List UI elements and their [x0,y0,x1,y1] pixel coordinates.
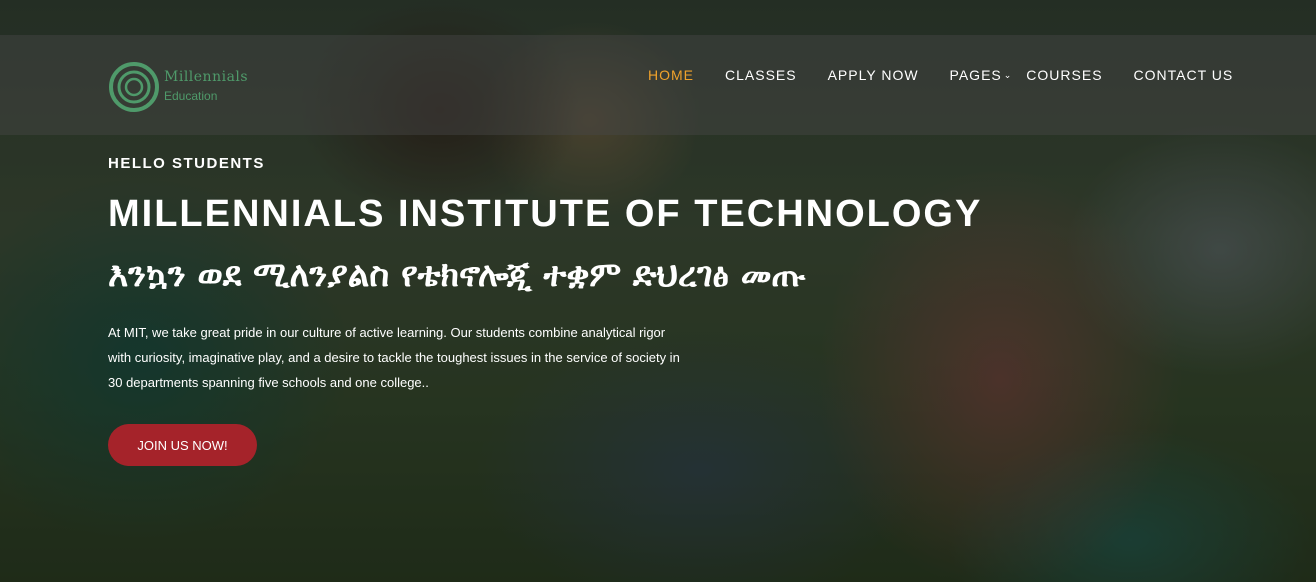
nav-item-pages[interactable]: PAGES ⌄ [950,67,1013,83]
brand-logo[interactable]: Millennials Education [108,61,268,113]
nav-item-contact-us[interactable]: CONTACT US [1134,67,1234,83]
nav-item-label: COURSES [1026,67,1103,83]
hero-title: MILLENNIALS INSTITUTE OF TECHNOLOGY [108,193,983,235]
nav-item-courses[interactable]: COURSES [1026,67,1102,83]
hero-description: At MIT, we take great pride in our cultu… [108,325,680,390]
main-nav: HOME CLASSES APPLY NOW PAGES ⌄ COURSES C… [648,67,1233,83]
navbar: Millennials Education HOME CLASSES APPLY… [0,35,1316,135]
concentric-circles-logo-icon [109,62,159,112]
brand-name: Millennials [164,69,249,85]
nav-item-apply-now[interactable]: APPLY NOW [828,67,919,83]
nav-item-classes[interactable]: CLASSES [725,67,797,83]
nav-item-home[interactable]: HOME [648,67,694,83]
hero-subtitle-amharic: እንኳን ወደ ሚለንያልስ የቴክኖሎጂ ተቋም ድህረገፅ መጡ [108,255,806,295]
brand-subtitle: Education [164,89,218,103]
nav-item-label: CLASSES [725,67,797,83]
hero-eyebrow: HELLO STUDENTS [108,155,265,172]
nav-item-label: PAGES [949,67,1002,83]
join-us-button[interactable]: JOIN US NOW! [108,424,257,466]
nav-item-label: HOME [648,67,694,83]
nav-item-label: APPLY NOW [827,67,919,83]
nav-item-label: CONTACT US [1133,67,1234,83]
chevron-down-icon: ⌄ [1003,69,1013,80]
